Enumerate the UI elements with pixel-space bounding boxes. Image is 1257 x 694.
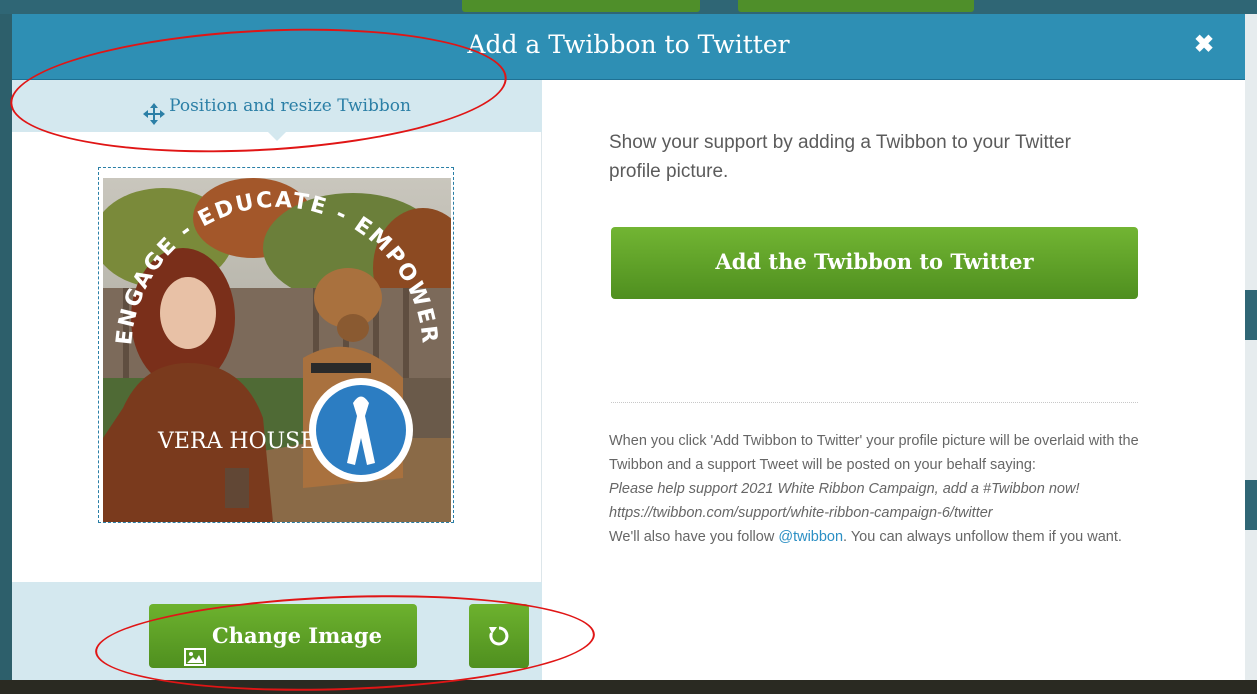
reset-button[interactable]	[469, 604, 529, 668]
twibbon-modal: Add a Twibbon to Twitter ✖ Position and …	[12, 14, 1245, 680]
change-image-label: Change Image	[212, 623, 382, 648]
twibbon-crop-frame[interactable]: ENGAGE - EDUCATE - EMPOWER VERA HOUSE	[98, 167, 454, 523]
image-actions-bar: Change Image	[12, 582, 542, 680]
position-bar-pointer	[268, 132, 286, 141]
reset-icon	[487, 624, 511, 648]
info-text: When you click 'Add Twibbon to Twitter' …	[609, 433, 1139, 473]
vera-house-logo-text: VERA HOUSE	[157, 429, 316, 454]
modal-header: Add a Twibbon to Twitter ✖	[12, 14, 1245, 80]
background-green-button	[738, 0, 974, 12]
twibbon-handle-link[interactable]: @twibbon	[778, 529, 843, 545]
profile-photo-preview[interactable]: ENGAGE - EDUCATE - EMPOWER VERA HOUSE	[103, 178, 451, 522]
background-sliver	[1245, 290, 1257, 340]
background-right-edge	[1245, 14, 1257, 694]
tweet-quote: Please help support 2021 White Ribbon Ca…	[609, 481, 1080, 521]
background-green-button	[462, 0, 700, 12]
follow-suffix: . You can always unfollow them if you wa…	[843, 529, 1122, 545]
twibbon-editor-pane: Position and resize Twibbon ENGAGE - EDU…	[12, 80, 542, 680]
background-left-edge	[0, 14, 12, 694]
close-icon[interactable]: ✖	[1191, 32, 1217, 58]
info-block: When you click 'Add Twibbon to Twitter' …	[609, 429, 1149, 549]
move-icon	[143, 94, 166, 125]
follow-prefix: We'll also have you follow	[609, 529, 779, 545]
background-sliver	[1245, 480, 1257, 530]
add-twibbon-button[interactable]: Add the Twibbon to Twitter	[611, 227, 1138, 299]
image-icon	[184, 627, 207, 666]
twibbon-info-pane: Show your support by adding a Twibbon to…	[543, 80, 1245, 680]
support-message: Show your support by adding a Twibbon to…	[609, 132, 1071, 182]
position-resize-label: Position and resize Twibbon	[169, 96, 411, 116]
background-bottom-strip	[0, 680, 1257, 694]
position-resize-bar: Position and resize Twibbon	[12, 80, 542, 132]
follow-notice: We'll also have you follow @twibbon. You…	[609, 525, 1149, 549]
change-image-button[interactable]: Change Image	[149, 604, 417, 668]
modal-title: Add a Twibbon to Twitter	[467, 30, 790, 59]
section-divider	[611, 402, 1138, 403]
